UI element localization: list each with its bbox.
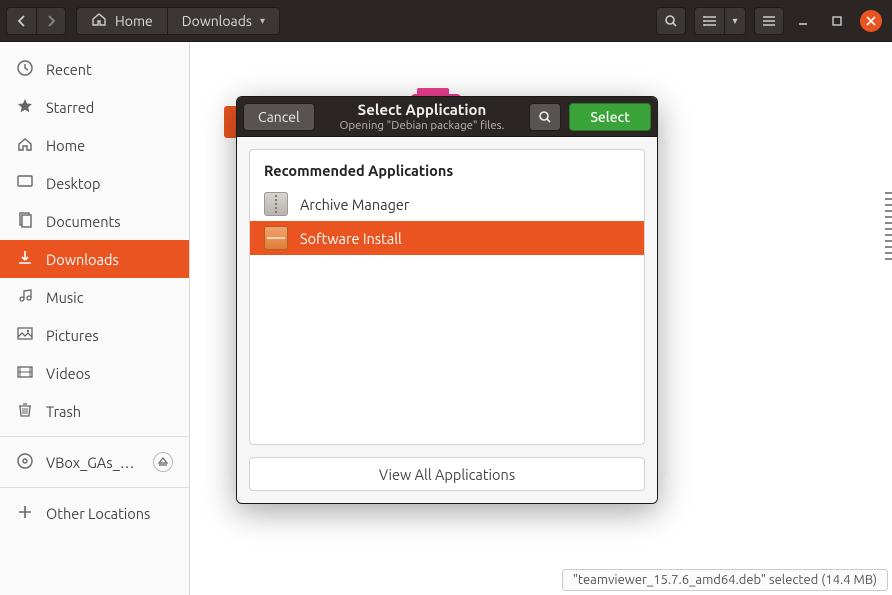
list-view-button[interactable] <box>694 7 724 35</box>
sidebar-item-label: Starred <box>46 99 94 116</box>
dialog-body: Recommended Applications Archive Manager… <box>237 137 657 503</box>
sidebar-item-label: Desktop <box>46 175 100 192</box>
dialog-title: Select Application <box>323 101 522 118</box>
back-button[interactable] <box>6 7 36 35</box>
breadcrumb-downloads[interactable]: Downloads ▾ <box>167 7 280 35</box>
breadcrumb-home[interactable]: Home <box>76 7 167 35</box>
sidebar-item-label: Documents <box>46 213 121 230</box>
sidebar-item-label: VBox_GAs_6.… <box>46 454 141 471</box>
sidebar-item-label: Recent <box>46 61 92 78</box>
view-dropdown-button[interactable]: ▾ <box>724 7 746 35</box>
sidebar-separator <box>0 436 189 437</box>
eject-button[interactable] <box>153 452 173 472</box>
sidebar-mount-vbox[interactable]: VBox_GAs_6.… <box>0 443 189 481</box>
trash-icon <box>16 401 34 422</box>
hamburger-menu-button[interactable] <box>754 7 784 35</box>
pictures-icon <box>16 325 34 346</box>
sidebar-item-label: Home <box>46 137 85 154</box>
sidebar-item-label: Other Locations <box>46 505 150 522</box>
window-edge-behind <box>885 192 892 262</box>
videos-icon <box>16 363 34 384</box>
sidebar-item-videos[interactable]: Videos <box>0 354 189 392</box>
sidebar-item-label: Pictures <box>46 327 99 344</box>
desktop-icon <box>16 173 34 194</box>
breadcrumb: Home Downloads ▾ <box>76 7 280 35</box>
sidebar-item-desktop[interactable]: Desktop <box>0 164 189 202</box>
app-label: Software Install <box>300 230 402 247</box>
view-all-applications-button[interactable]: View All Applications <box>249 457 645 491</box>
clock-icon <box>16 59 34 80</box>
breadcrumb-label: Home <box>115 13 153 29</box>
disc-icon <box>16 452 34 473</box>
forward-button[interactable] <box>36 7 66 35</box>
sidebar-item-documents[interactable]: Documents <box>0 202 189 240</box>
search-button[interactable] <box>656 7 686 35</box>
app-row-software-install[interactable]: Software Install <box>250 221 644 255</box>
sidebar-item-starred[interactable]: Starred <box>0 88 189 126</box>
sidebar-item-trash[interactable]: Trash <box>0 392 189 430</box>
status-text: "teamviewer_15.7.6_amd64.deb" selected (… <box>573 573 877 587</box>
downloads-icon <box>16 249 34 270</box>
select-button[interactable]: Select <box>569 103 651 131</box>
cancel-button[interactable]: Cancel <box>243 103 315 131</box>
titlebar: Home Downloads ▾ ▾ <box>0 0 892 42</box>
close-button[interactable] <box>856 7 886 35</box>
sidebar: Recent Starred Home Desktop Documents Do… <box>0 42 190 595</box>
app-row-archive-manager[interactable]: Archive Manager <box>250 187 644 221</box>
home-icon <box>16 135 34 156</box>
sidebar-item-music[interactable]: Music <box>0 278 189 316</box>
software-install-icon <box>264 226 288 250</box>
minimize-button[interactable] <box>788 7 818 35</box>
nav-buttons <box>6 7 66 35</box>
sidebar-item-home[interactable]: Home <box>0 126 189 164</box>
home-icon <box>91 11 107 30</box>
dialog-titlebar: Cancel Select Application Opening "Debia… <box>237 97 657 137</box>
maximize-button[interactable] <box>822 7 852 35</box>
sidebar-item-downloads[interactable]: Downloads <box>0 240 189 278</box>
sidebar-item-label: Downloads <box>46 251 119 268</box>
music-icon <box>16 287 34 308</box>
sidebar-item-label: Trash <box>46 403 81 420</box>
chevron-down-icon: ▾ <box>260 15 265 27</box>
dialog-subtitle: Opening "Debian package" files. <box>323 119 522 132</box>
select-application-dialog: Cancel Select Application Opening "Debia… <box>236 96 658 504</box>
search-apps-button[interactable] <box>529 103 561 131</box>
star-icon <box>16 97 34 118</box>
close-icon <box>860 10 882 32</box>
sidebar-item-label: Music <box>46 289 83 306</box>
dialog-title-block: Select Application Opening "Debian packa… <box>323 101 522 131</box>
app-list: Recommended Applications Archive Manager… <box>249 149 645 445</box>
recommended-heading: Recommended Applications <box>250 150 644 187</box>
sidebar-item-pictures[interactable]: Pictures <box>0 316 189 354</box>
sidebar-item-recent[interactable]: Recent <box>0 50 189 88</box>
documents-icon <box>16 211 34 232</box>
app-label: Archive Manager <box>300 196 409 213</box>
breadcrumb-label: Downloads <box>182 13 252 29</box>
sidebar-item-label: Videos <box>46 365 90 382</box>
view-mode: ▾ <box>694 7 746 35</box>
sidebar-separator <box>0 487 189 488</box>
status-bar: "teamviewer_15.7.6_amd64.deb" selected (… <box>562 569 888 591</box>
plus-icon <box>16 503 34 524</box>
sidebar-other-locations[interactable]: Other Locations <box>0 494 189 532</box>
archive-manager-icon <box>264 192 288 216</box>
